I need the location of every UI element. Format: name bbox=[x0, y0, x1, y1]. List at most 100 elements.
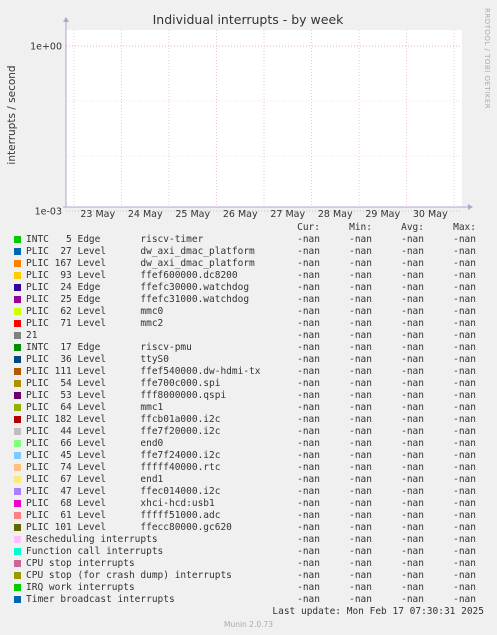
legend-max-value: -nan bbox=[453, 246, 476, 257]
legend-cur-value: -nan bbox=[297, 414, 320, 425]
legend-max-value: -nan bbox=[453, 546, 476, 557]
legend-min-value: -nan bbox=[349, 306, 372, 317]
legend-avg-value: -nan bbox=[401, 390, 424, 401]
legend-cur-value: -nan bbox=[297, 318, 320, 329]
legend-swatch bbox=[14, 380, 21, 387]
legend-label: CPU stop interrupts bbox=[26, 558, 135, 569]
legend-min-value: -nan bbox=[349, 558, 372, 569]
legend-avg-value: -nan bbox=[401, 402, 424, 413]
legend-swatch bbox=[14, 428, 21, 435]
legend-avg-value: -nan bbox=[401, 570, 424, 581]
legend-avg-value: -nan bbox=[401, 414, 424, 425]
legend-max-value: -nan bbox=[453, 462, 476, 473]
legend-min-value: -nan bbox=[349, 414, 372, 425]
legend-avg-value: -nan bbox=[401, 498, 424, 509]
legend-row: PLIC 182 Level ffcb01a000.i2c -nan -nan -na… bbox=[0, 414, 497, 426]
legend-cur-value: -nan bbox=[297, 246, 320, 257]
legend-label: IRQ work interrupts bbox=[26, 582, 135, 593]
legend-avg-value: -nan bbox=[401, 342, 424, 353]
legend-row: PLIC 47 Level ffec014000.i2c -nan -nan -nan… bbox=[0, 486, 497, 498]
legend-max-value: -nan bbox=[453, 510, 476, 521]
legend-swatch bbox=[14, 368, 21, 375]
legend-min-value: -nan bbox=[349, 450, 372, 461]
rrdtool-credit: RRDTOOL / TOBI OETIKER bbox=[483, 8, 491, 109]
legend-row: PLIC 101 Level ffecc80000.gc620 -nan -nan -… bbox=[0, 522, 497, 534]
legend-min-value: -nan bbox=[349, 402, 372, 413]
legend-min-value: -nan bbox=[349, 498, 372, 509]
legend-swatch bbox=[14, 572, 21, 579]
legend-cur-value: -nan bbox=[297, 582, 320, 593]
legend-label: PLIC 62 Level mmc0 bbox=[26, 306, 164, 317]
legend-label: INTC 17 Edge riscv-pmu bbox=[26, 342, 192, 353]
legend-avg-value: -nan bbox=[401, 510, 424, 521]
plot-area: 1e+001e-031e-0623 May24 May25 May26 May2… bbox=[30, 17, 473, 220]
legend-row: Rescheduling interrupts -nan -nan -nan -nan bbox=[0, 534, 497, 546]
y-axis-arrow bbox=[63, 17, 69, 22]
legend-min-value: -nan bbox=[349, 318, 372, 329]
legend-max-value: -nan bbox=[453, 498, 476, 509]
legend-min-value: -nan bbox=[349, 534, 372, 545]
column-cur: Cur: bbox=[297, 222, 320, 233]
legend-cur-value: -nan bbox=[297, 426, 320, 437]
legend-swatch bbox=[14, 548, 21, 555]
legend-row: PLIC 53 Level fff8000000.qspi -nan -nan -na… bbox=[0, 390, 497, 402]
legend-label: PLIC 93 Level ffef600000.dc8200 bbox=[26, 270, 238, 281]
legend-max-value: -nan bbox=[453, 450, 476, 461]
legend-cur-value: -nan bbox=[297, 486, 320, 497]
legend-row: PLIC 67 Level end1 -nan -nan -nan -nan bbox=[0, 474, 497, 486]
legend-avg-value: -nan bbox=[401, 306, 424, 317]
legend-row: 21 -nan -nan -nan -nan bbox=[0, 330, 497, 342]
legend-avg-value: -nan bbox=[401, 282, 424, 293]
legend-max-value: -nan bbox=[453, 522, 476, 533]
legend-cur-value: -nan bbox=[297, 438, 320, 449]
chart-canvas: Individual interrupts - by week interrup… bbox=[6, 8, 491, 220]
legend-label: PLIC 74 Level fffff40000.rtc bbox=[26, 462, 221, 473]
x-tick-label: 29 May bbox=[365, 209, 400, 220]
legend-max-value: -nan bbox=[453, 414, 476, 425]
legend-avg-value: -nan bbox=[401, 270, 424, 281]
legend-max-value: -nan bbox=[453, 594, 476, 605]
legend-cur-value: -nan bbox=[297, 498, 320, 509]
legend-swatch bbox=[14, 236, 21, 243]
legend-avg-value: -nan bbox=[401, 330, 424, 341]
legend-swatch bbox=[14, 596, 21, 603]
legend-cur-value: -nan bbox=[297, 546, 320, 557]
legend-cur-value: -nan bbox=[297, 594, 320, 605]
legend-label: PLIC 47 Level ffec014000.i2c bbox=[26, 486, 221, 497]
legend-max-value: -nan bbox=[453, 426, 476, 437]
legend-label: PLIC 111 Level ffef540000.dw-hdmi-tx bbox=[26, 366, 261, 377]
legend-max-value: -nan bbox=[453, 354, 476, 365]
legend-cur-value: -nan bbox=[297, 378, 320, 389]
legend-min-value: -nan bbox=[349, 546, 372, 557]
legend-cur-value: -nan bbox=[297, 306, 320, 317]
legend-row: CPU stop (for crash dump) interrupts -nan… bbox=[0, 570, 497, 582]
legend-avg-value: -nan bbox=[401, 486, 424, 497]
legend-swatch bbox=[14, 332, 21, 339]
munin-version: Munin 2.0.73 bbox=[223, 620, 274, 629]
legend-row: PLIC 54 Level ffe700c000.spi -nan -nan -nan… bbox=[0, 378, 497, 390]
legend-label: PLIC 24 Edge ffefc30000.watchdog bbox=[26, 282, 250, 293]
legend-min-value: -nan bbox=[349, 594, 372, 605]
legend-label: PLIC 36 Level ttyS0 bbox=[26, 354, 169, 365]
x-tick-label: 24 May bbox=[128, 209, 163, 220]
legend-cur-value: -nan bbox=[297, 522, 320, 533]
x-tick-label: 30 May bbox=[413, 209, 448, 220]
legend-min-value: -nan bbox=[349, 426, 372, 437]
legend-avg-value: -nan bbox=[401, 426, 424, 437]
legend-avg-value: -nan bbox=[401, 378, 424, 389]
legend-label: PLIC 54 Level ffe700c000.spi bbox=[26, 378, 221, 389]
legend-max-value: -nan bbox=[453, 282, 476, 293]
legend-row: PLIC 167 Level dw_axi_dmac_platform -nan -… bbox=[0, 258, 497, 270]
legend-min-value: -nan bbox=[349, 582, 372, 593]
legend-swatch bbox=[14, 248, 21, 255]
legend-label: Timer broadcast interrupts bbox=[26, 594, 175, 605]
legend-label: PLIC 68 Level xhci-hcd:usb1 bbox=[26, 498, 215, 509]
legend-min-value: -nan bbox=[349, 342, 372, 353]
legend-max-value: -nan bbox=[453, 390, 476, 401]
legend-cur-value: -nan bbox=[297, 558, 320, 569]
legend-label: PLIC 101 Level ffecc80000.gc620 bbox=[26, 522, 232, 533]
legend-min-value: -nan bbox=[349, 438, 372, 449]
legend-avg-value: -nan bbox=[401, 366, 424, 377]
legend-avg-value: -nan bbox=[401, 438, 424, 449]
legend-row: CPU stop interrupts -nan -nan -nan -nan bbox=[0, 558, 497, 570]
